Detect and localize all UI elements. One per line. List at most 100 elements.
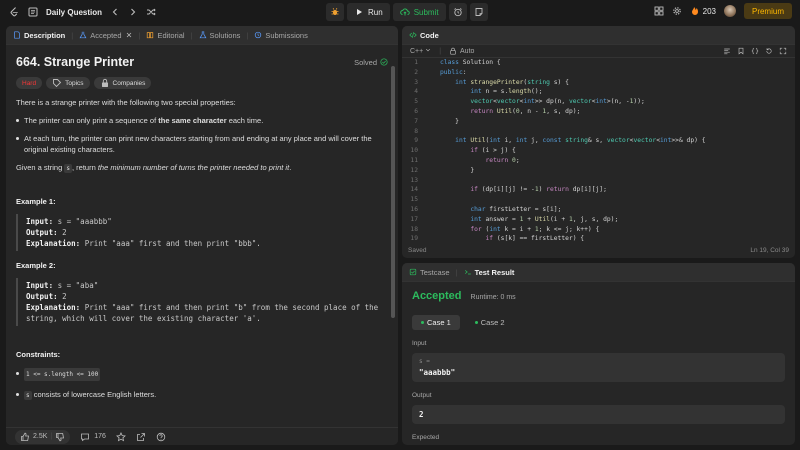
grid-layout-icon[interactable] (654, 6, 664, 16)
code-line[interactable]: 14 if (dp[i][j] != -1) return dp[i][j]; (402, 186, 795, 196)
streak-counter[interactable]: 203 (690, 6, 716, 16)
align-left-icon[interactable] (723, 47, 731, 55)
run-label: Run (368, 7, 383, 17)
description-tabs: Description | Accepted | Editorial | Sol… (6, 26, 398, 45)
code-line[interactable]: 5 vector<vector<int>> dp(n, vector<int>(… (402, 98, 795, 108)
share-icon[interactable] (136, 432, 146, 442)
expand-icon[interactable] (779, 47, 787, 55)
example-1-box: Input: s = "aaabbb" Output: 2 Explanatio… (16, 214, 388, 251)
star-icon[interactable] (115, 431, 126, 442)
submit-button[interactable]: Submit (392, 3, 446, 21)
companies-button[interactable]: Companies (93, 77, 152, 89)
code-line[interactable]: 3 int strangePrinter(string s) { (402, 79, 795, 89)
topics-label: Topics (65, 79, 84, 87)
reset-icon[interactable] (765, 47, 773, 55)
tab-testcase[interactable]: Testcase (407, 268, 452, 277)
code-line[interactable]: 9 int Util(int i, int j, const string& s… (402, 137, 795, 147)
book-icon (146, 31, 154, 39)
chevron-right-icon[interactable] (128, 7, 138, 17)
braces-icon[interactable] (751, 47, 759, 55)
given-post: . (289, 163, 292, 172)
code-editor[interactable]: 1 class Solution {2 public: 3 int strangePr… (402, 59, 795, 242)
line-number: 7 (414, 117, 418, 125)
leetcode-logo-icon[interactable] (8, 6, 20, 18)
example-2-explanation: Explanation: Print "aaa" first and then … (26, 302, 388, 324)
code-line[interactable]: 17 int answer = 1 + Util(i + 1, j, s, dp… (402, 216, 795, 226)
comments-button[interactable]: 176 (80, 432, 106, 442)
constraints-title: Constraints: (16, 350, 61, 359)
lock-icon (449, 47, 457, 55)
code-line[interactable]: 16 char firstLetter = s[i]; (402, 206, 795, 216)
like-button[interactable]: 2.5K | (15, 429, 71, 444)
tab-separator: | (71, 30, 74, 40)
code-text: if (i > j) { (470, 147, 516, 155)
code-line[interactable]: 10 if (i > j) { (402, 147, 795, 157)
notes-button[interactable] (469, 3, 488, 21)
avatar[interactable] (723, 5, 736, 17)
problem-title[interactable]: 664. Strange Printer Solved (16, 55, 388, 69)
line-number: 5 (414, 98, 418, 106)
list-item: 1 <= s.length <= 100 (16, 368, 388, 381)
code-line[interactable]: 15 (402, 196, 795, 206)
tab-submissions[interactable]: Submissions (252, 31, 310, 40)
property-1: The printer can only print a sequence of… (24, 115, 263, 126)
like-count: 2.5K (33, 433, 48, 440)
language-select[interactable]: C++ (410, 47, 431, 55)
code-line[interactable]: 2 public: (402, 69, 795, 79)
alarm-button[interactable] (448, 3, 467, 21)
code-line[interactable]: 4 int n = s.length(); (402, 88, 795, 98)
tab-editorial[interactable]: Editorial (144, 31, 186, 40)
tab-separator: | (455, 267, 458, 277)
code-line[interactable]: 8 (402, 128, 795, 138)
close-icon[interactable] (125, 31, 133, 39)
gear-icon[interactable] (672, 6, 682, 16)
code-line[interactable]: 6 return Util(0, n - 1, s, dp); (402, 108, 795, 118)
run-button[interactable]: Run (347, 3, 390, 21)
code-text: int strangePrinter(string s) { (455, 78, 569, 86)
code-line[interactable]: 13 (402, 177, 795, 187)
code-line[interactable]: 12 } (402, 167, 795, 177)
inline-code: s (64, 164, 72, 173)
tab-solutions[interactable]: Solutions (197, 31, 243, 40)
code-brackets-icon (409, 31, 417, 39)
topics-button[interactable]: Topics (46, 77, 90, 89)
auto-mode[interactable]: Auto (449, 47, 474, 55)
case-1-tab[interactable]: Case 1 (412, 315, 460, 330)
page-title[interactable]: Daily Question (46, 8, 102, 17)
tab-description[interactable]: Description (11, 31, 67, 40)
code-line[interactable]: 11 return 0; (402, 157, 795, 167)
bookmark-icon[interactable] (737, 47, 745, 55)
code-line[interactable]: 1 class Solution { (402, 59, 795, 69)
problem-list-icon[interactable] (28, 7, 38, 17)
bullet (16, 393, 19, 396)
case-2-tab[interactable]: Case 2 (466, 315, 514, 330)
code-line[interactable]: 7 } (402, 118, 795, 128)
debug-button[interactable] (326, 3, 344, 21)
constraint-2: s consists of lowercase English letters. (24, 389, 156, 401)
premium-button[interactable]: Premium (743, 3, 792, 19)
code-text: class Solution { (440, 59, 501, 66)
help-icon[interactable] (156, 432, 166, 442)
line-number: 14 (410, 186, 418, 194)
code-text: return Util(0, n - 1, s, dp); (470, 107, 581, 115)
property-1-post: each time. (226, 116, 264, 125)
code-text: char firstLetter = s[i]; (470, 205, 562, 213)
description-scrollbar[interactable] (391, 66, 395, 318)
tab-accepted[interactable]: Accepted (77, 31, 134, 40)
example-1-title: Example 1: (16, 197, 56, 206)
code-text: public: (440, 68, 467, 76)
shuffle-icon[interactable] (146, 7, 156, 17)
code-line[interactable]: 18 for (int k = i + 1; k <= j; k++) { (402, 226, 795, 236)
tab-submissions-label: Submissions (265, 30, 308, 40)
companies-label: Companies (112, 79, 146, 87)
tab-test-result[interactable]: Test Result (462, 268, 517, 277)
code-line[interactable]: 19 if (s[k] == firstLetter) { (402, 235, 795, 242)
problem-statement: Given a string s, return the minimum num… (16, 162, 388, 174)
tab-code[interactable]: Code (407, 31, 441, 40)
thumbs-down-icon[interactable] (55, 432, 65, 442)
example-2-output: Output: 2 (26, 291, 388, 302)
chevron-left-icon[interactable] (110, 7, 120, 17)
given-emphasis: the minimum number of turns the printer … (97, 163, 290, 172)
editor-status-bar: Saved Ln 19, Col 39 (402, 242, 795, 258)
